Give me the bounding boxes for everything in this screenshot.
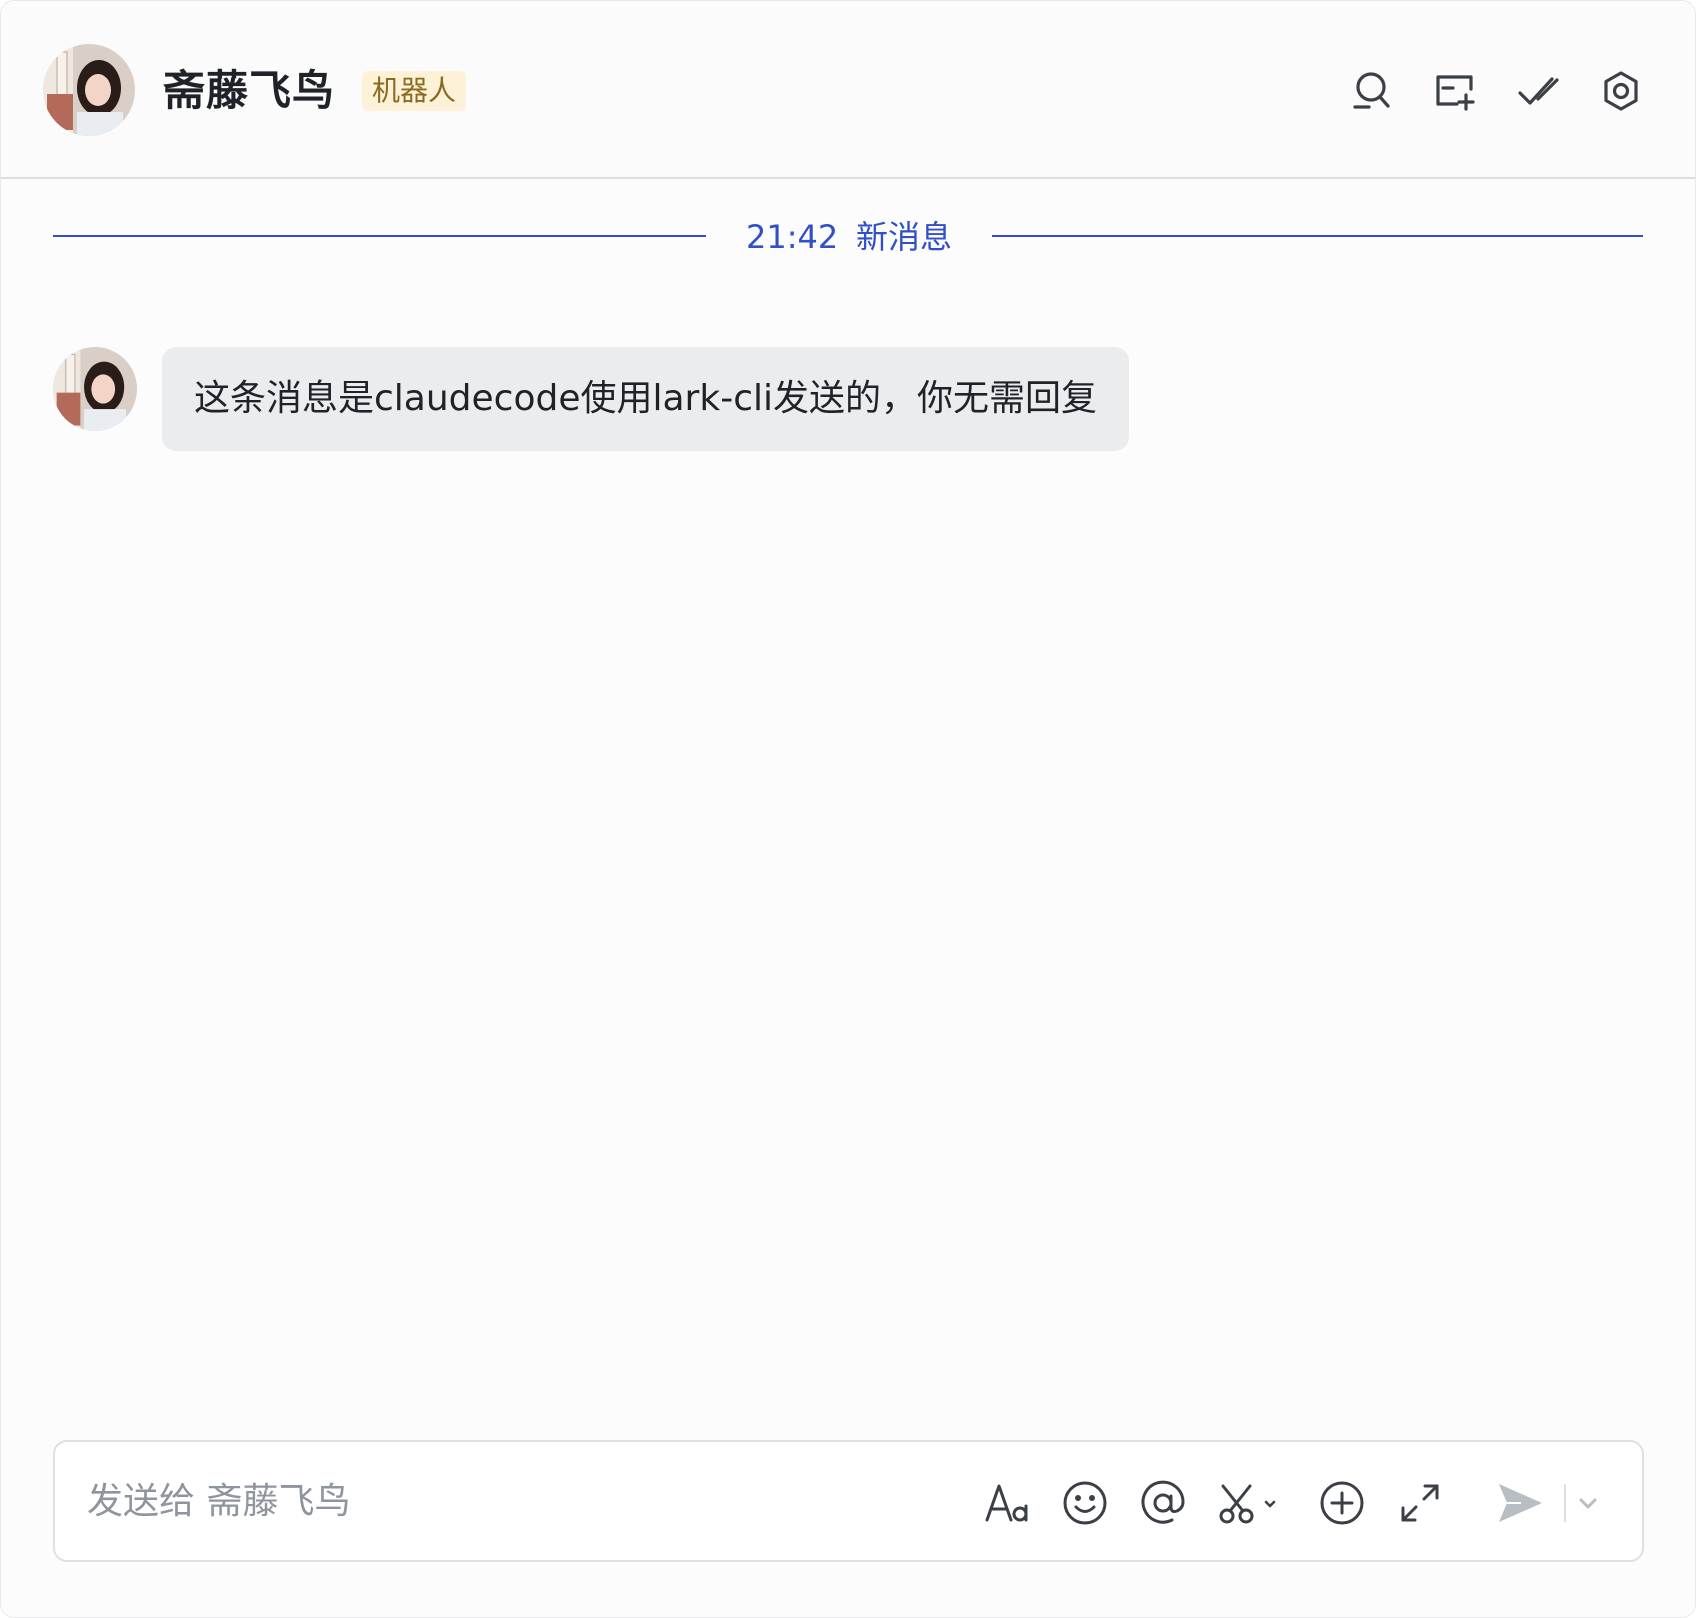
emoji-button[interactable] <box>1060 1478 1110 1528</box>
message-composer[interactable]: 发送给 斋藤飞鸟 <box>53 1440 1644 1562</box>
send-options-chevron-icon <box>1579 1498 1597 1509</box>
divider-line-left <box>53 235 706 237</box>
send-separator <box>1564 1484 1566 1522</box>
search-icon <box>1353 72 1390 109</box>
send-button[interactable] <box>1495 1478 1545 1528</box>
mention-button[interactable] <box>1138 1478 1188 1528</box>
divider-label: 新消息 <box>856 218 953 256</box>
new-messages-divider: 21:42 新消息 <box>53 218 1643 256</box>
screenshot-icon <box>1219 1484 1276 1524</box>
add-icon <box>1320 1481 1364 1525</box>
settings-button[interactable] <box>1599 69 1643 113</box>
mark-done-button[interactable] <box>1516 69 1560 113</box>
composer-placeholder[interactable]: 发送给 斋藤飞鸟 <box>87 1478 350 1526</box>
mark-done-icon <box>1518 77 1559 105</box>
mention-icon <box>1141 1480 1185 1524</box>
message-bubble[interactable]: 这条消息是claudecode使用lark-cli发送的，你无需回复 <box>162 347 1129 451</box>
expand-button[interactable] <box>1395 1478 1445 1528</box>
chat-title: 斋藤飞鸟 <box>163 66 336 115</box>
chat-window: 斋藤飞鸟 机器人 21:42 新消息 这条消息是claudecode使用lark… <box>0 0 1696 1618</box>
add-chat-button[interactable] <box>1433 69 1477 113</box>
divider-time: 21:42 <box>746 218 839 256</box>
bot-badge: 机器人 <box>362 71 467 111</box>
search-button[interactable] <box>1349 69 1393 113</box>
sender-avatar[interactable] <box>53 347 137 431</box>
chat-avatar[interactable] <box>43 44 135 136</box>
divider-line-right <box>992 235 1643 237</box>
expand-icon <box>1401 1484 1439 1522</box>
text-format-button[interactable] <box>983 1478 1033 1528</box>
screenshot-button[interactable] <box>1216 1478 1286 1528</box>
add-chat-icon <box>1436 75 1475 111</box>
add-button[interactable] <box>1317 1478 1367 1528</box>
text-format-icon <box>985 1484 1028 1522</box>
settings-icon <box>1604 71 1638 111</box>
send-icon <box>1499 1484 1542 1522</box>
send-options-button[interactable] <box>1571 1478 1605 1528</box>
chat-header: 斋藤飞鸟 机器人 <box>1 1 1695 179</box>
emoji-icon <box>1063 1481 1107 1525</box>
